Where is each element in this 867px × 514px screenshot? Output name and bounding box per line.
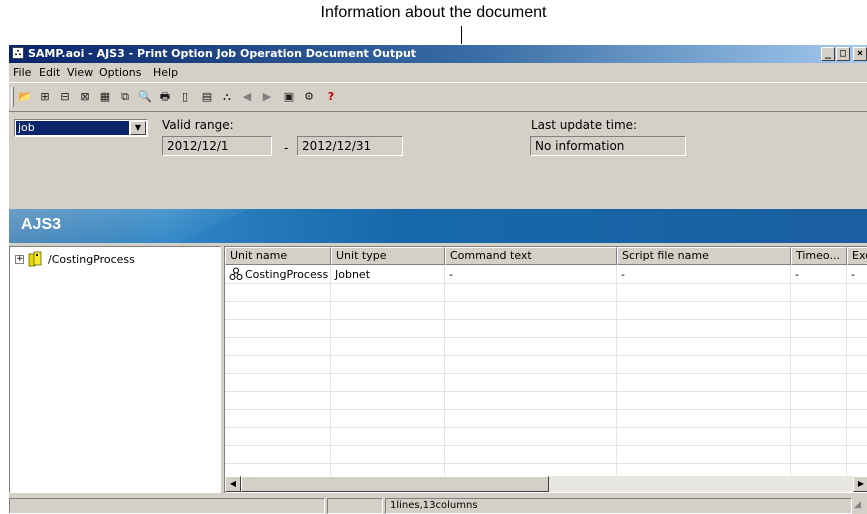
column-unit-type[interactable]: Unit type [331, 247, 445, 265]
cell-unit-type: Jobnet [335, 268, 371, 281]
last-update-label: Last update time: [531, 118, 638, 132]
range-separator: - [284, 141, 289, 155]
title-bar[interactable]: ⛬ SAMP.aoi - AJS3 - Print Option Job Ope… [9, 45, 867, 63]
tree-item-costing-process[interactable]: /CostingProcess [48, 253, 135, 266]
schedule-view-icon[interactable]: ▦ [97, 89, 113, 105]
chevron-down-icon[interactable]: ▼ [130, 121, 146, 135]
banner-logo-text: AJS3 [21, 216, 62, 233]
export-icon[interactable]: ⧉ [117, 89, 133, 105]
last-update-field: No information [530, 136, 686, 156]
menu-help[interactable]: Help [153, 66, 178, 79]
annotation-label: Information about the document [320, 4, 547, 21]
column-unit-name[interactable]: Unit name [225, 247, 331, 265]
product-banner: AJS3 [9, 209, 867, 243]
valid-range-from-field: 2012/12/1 [162, 136, 272, 156]
column-command-text[interactable]: Command text [445, 247, 617, 265]
next-icon[interactable]: ▶ [259, 89, 275, 105]
document-info-panel: job ▼ Valid range: 2012/12/1 - 2012/12/3… [9, 111, 867, 209]
page-icon[interactable]: ▯ [177, 89, 193, 105]
valid-range-to-field: 2012/12/31 [297, 136, 403, 156]
definition-icon[interactable]: ▤ [199, 89, 215, 105]
valid-range-label: Valid range: [162, 118, 234, 132]
app-icon: ⛬ [12, 47, 24, 59]
unit-type-combobox[interactable]: job ▼ [14, 119, 148, 137]
structure-view-icon[interactable]: ⊠ [77, 89, 93, 105]
window-title: SAMP.aoi - AJS3 - Print Option Job Opera… [28, 47, 417, 60]
close-button[interactable]: × [853, 47, 867, 61]
unit-tree-pane[interactable]: + /CostingProcess [9, 246, 221, 493]
jobnet-view-icon[interactable]: ⊟ [57, 89, 73, 105]
scroll-right-icon[interactable]: ▶ [853, 476, 867, 492]
print-preview-icon[interactable]: 🔍 [137, 89, 153, 105]
menu-options[interactable]: Options [99, 66, 141, 79]
jobnet-folder-icon [28, 251, 42, 267]
column-script-file-name[interactable]: Script file name [617, 247, 791, 265]
resize-grip-icon[interactable]: ◢ [854, 500, 866, 512]
network-icon[interactable]: ⛬ [219, 89, 235, 105]
print-icon[interactable]: 🖶 [157, 89, 173, 105]
cell-unit-name: CostingProcess [245, 268, 329, 281]
maximize-button[interactable]: □ [836, 47, 850, 61]
cell-exe: - [851, 268, 855, 281]
status-bar: 1lines,13columns ◢ [9, 496, 867, 514]
minimize-button[interactable]: _ [821, 47, 835, 61]
settings-icon[interactable]: ⚙ [301, 89, 317, 105]
application-window: ⛬ SAMP.aoi - AJS3 - Print Option Job Ope… [8, 44, 867, 514]
menu-view[interactable]: View [67, 66, 93, 79]
column-exe[interactable]: Exe [847, 247, 867, 265]
menu-file[interactable]: File [13, 66, 31, 79]
cell-script-file-name: - [621, 268, 625, 281]
open-icon[interactable]: 📂 [17, 89, 33, 105]
horizontal-scrollbar[interactable]: ◀ ▶ [225, 476, 867, 492]
status-pane-left [9, 498, 325, 514]
job-view-icon[interactable]: ⊞ [37, 89, 53, 105]
unit-type-selected-value: job [16, 121, 129, 135]
menu-edit[interactable]: Edit [39, 66, 60, 79]
column-timeout[interactable]: Timeo... [791, 247, 847, 265]
menu-bar: File Edit View Options Help [9, 63, 867, 81]
scrollbar-thumb[interactable] [241, 476, 549, 492]
status-pane-middle [327, 498, 383, 514]
scroll-left-icon[interactable]: ◀ [225, 476, 241, 492]
details-icon[interactable]: ▣ [281, 89, 297, 105]
toolbar: 📂 ⊞ ⊟ ⊠ ▦ ⧉ 🔍 🖶 ▯ ▤ ⛬ ◀ ▶ ▣ ⚙ ? [9, 82, 867, 112]
list-body: CostingProcess Jobnet - - - - [225, 265, 867, 478]
list-header: Unit name Unit type Command text Script … [225, 247, 867, 265]
status-lines-columns: 1lines,13columns [385, 498, 852, 514]
previous-icon[interactable]: ◀ [239, 89, 255, 105]
cell-command-text: - [449, 268, 453, 281]
unit-list-pane[interactable]: Unit name Unit type Command text Script … [224, 246, 867, 493]
table-row[interactable]: CostingProcess Jobnet - - - - [225, 265, 867, 283]
jobnet-icon [229, 267, 243, 281]
toolbar-grip[interactable] [11, 87, 14, 107]
tree-expand-button[interactable]: + [15, 255, 24, 264]
cell-timeout: - [795, 268, 799, 281]
help-icon[interactable]: ? [323, 89, 339, 105]
